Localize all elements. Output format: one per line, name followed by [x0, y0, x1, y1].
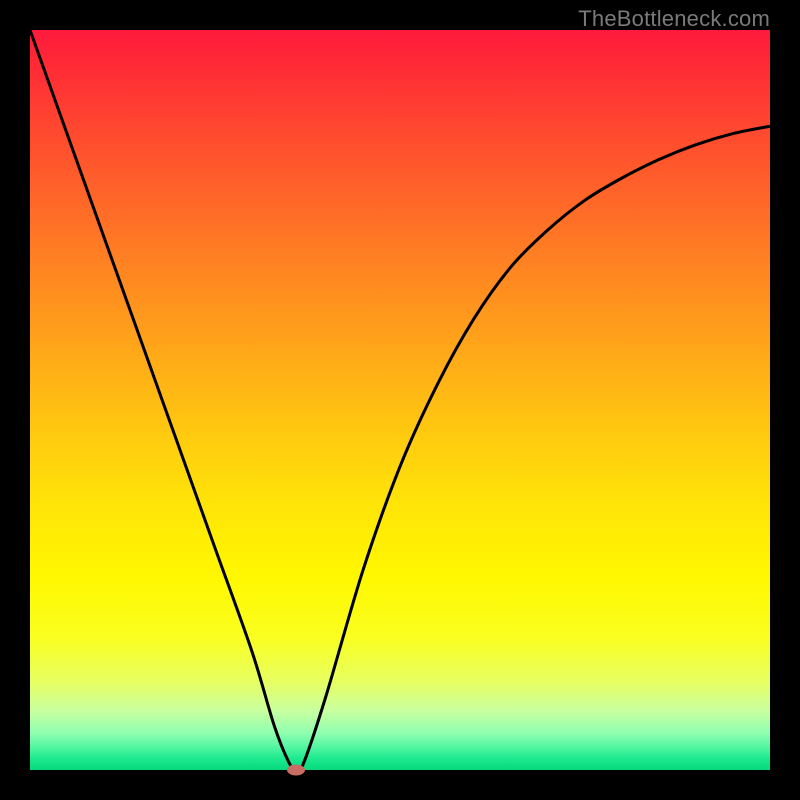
- curve-line: [30, 30, 770, 770]
- watermark-text: TheBottleneck.com: [578, 6, 770, 32]
- chart-frame: TheBottleneck.com: [0, 0, 800, 800]
- bottleneck-curve: [30, 30, 770, 770]
- plot-area: [30, 30, 770, 770]
- minimum-marker: [287, 765, 305, 776]
